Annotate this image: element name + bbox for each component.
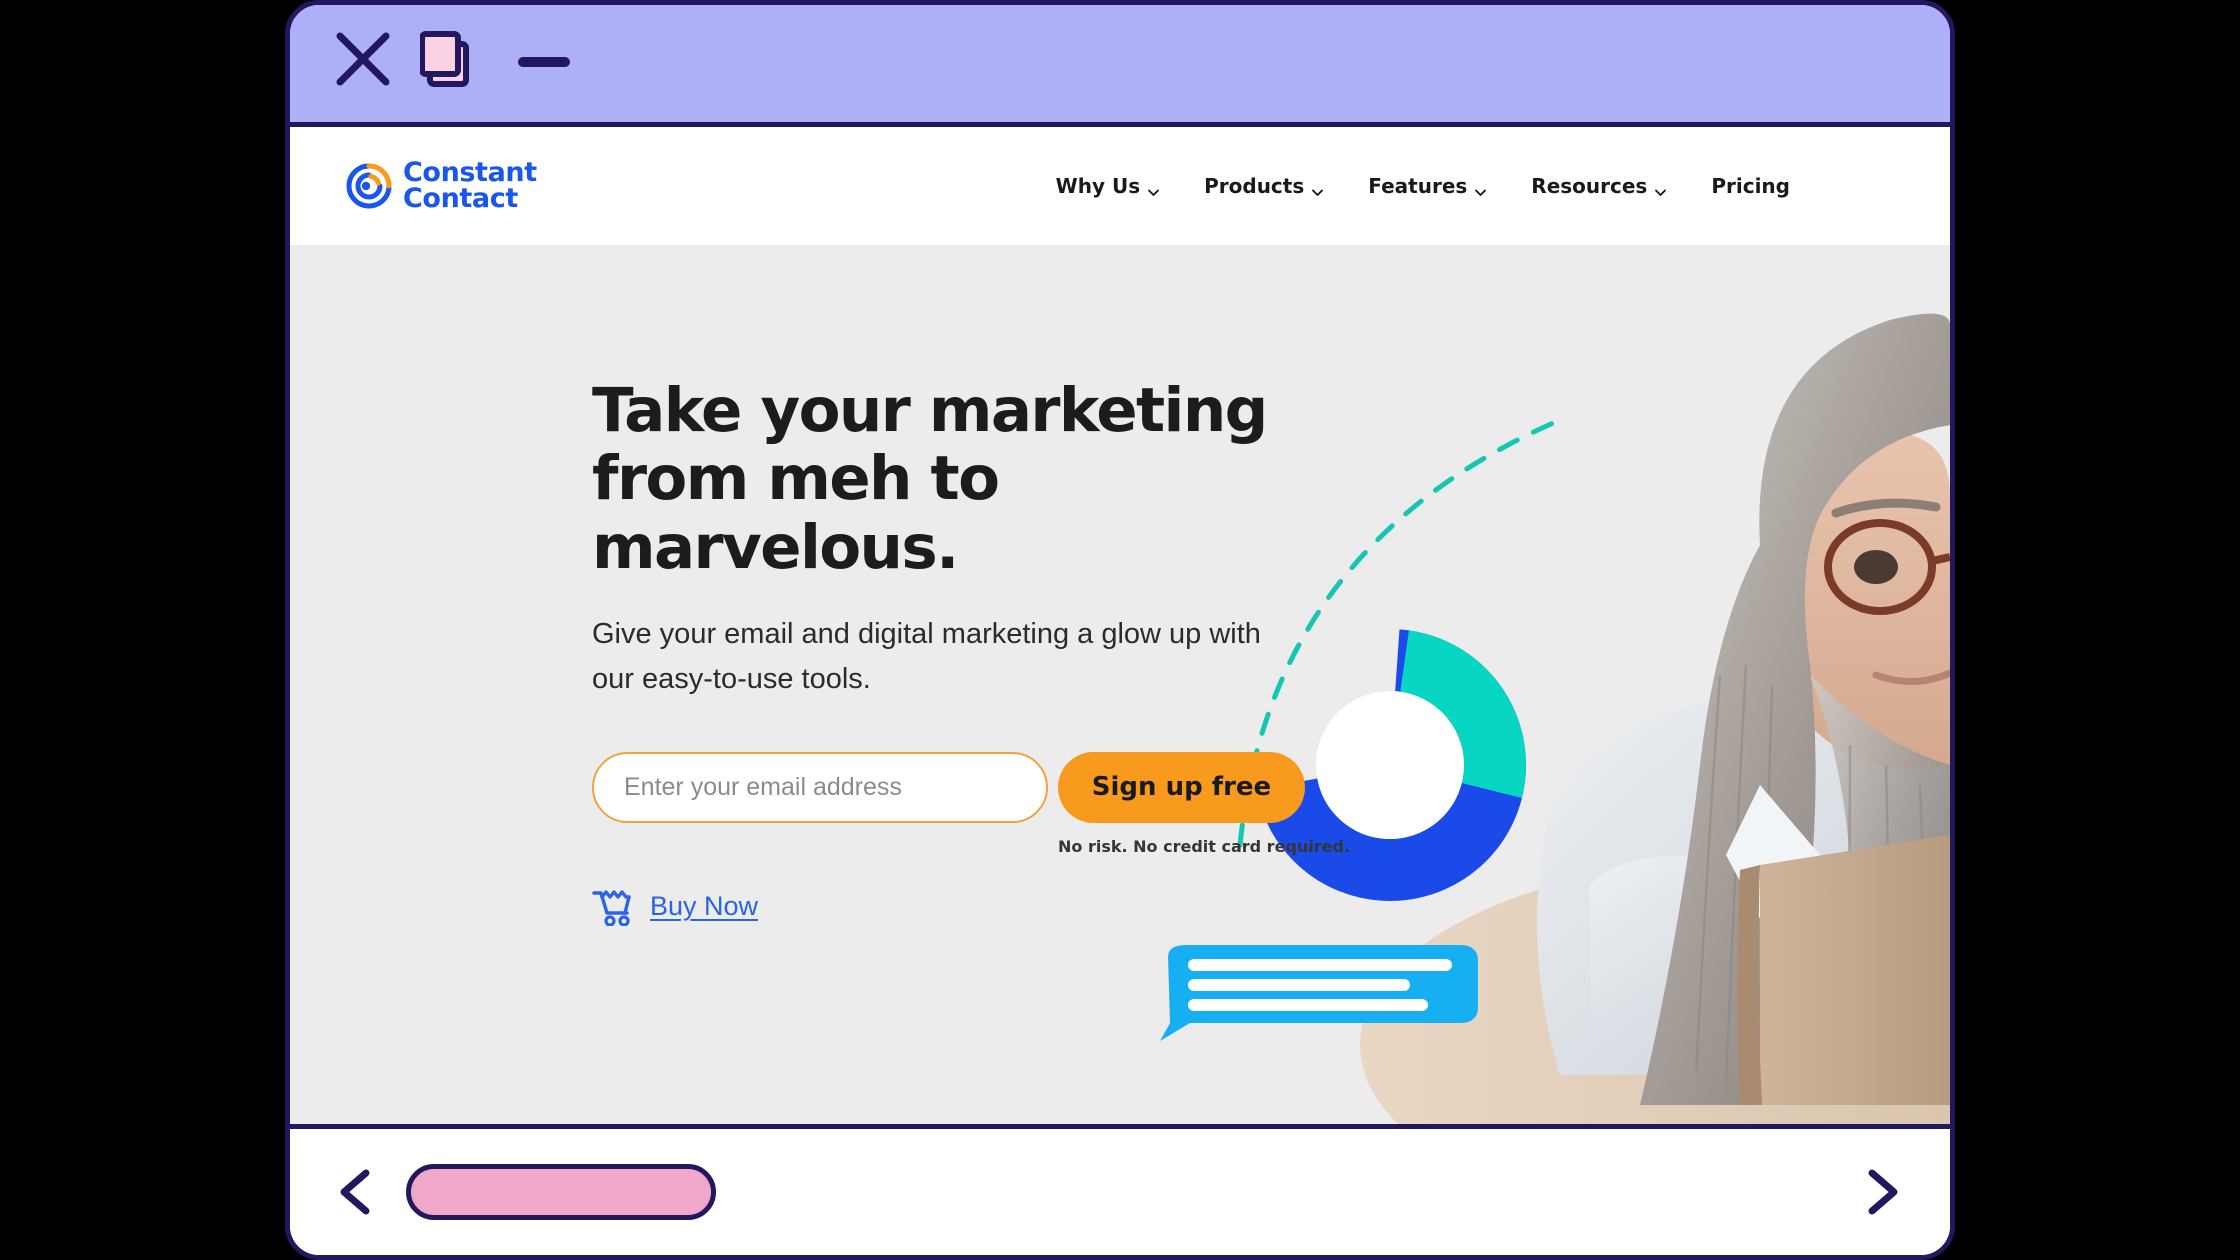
nav-label: Products	[1204, 174, 1305, 198]
page-viewport: Constant Contact Why Us Products Feature…	[290, 127, 1950, 1129]
shopping-cart-icon	[592, 888, 634, 927]
chevron-left-icon[interactable]	[328, 1163, 386, 1221]
minimize-icon[interactable]	[518, 57, 570, 67]
window-titlebar	[290, 5, 1950, 127]
hero-copy: Take your marketing from meh to marvelou…	[592, 375, 1412, 927]
chevron-down-icon	[1147, 180, 1160, 196]
signup-fineprint: No risk. No credit card required.	[1058, 836, 1351, 856]
browser-window: Constant Contact Why Us Products Feature…	[285, 0, 1955, 1260]
signup-form: Sign up free	[592, 751, 1412, 823]
logo-wordmark: Constant Contact	[403, 159, 537, 214]
buy-now-link[interactable]: Buy Now	[650, 891, 758, 922]
nav-item-pricing[interactable]: Pricing	[1711, 174, 1790, 198]
chevron-right-icon[interactable]	[1852, 1163, 1910, 1221]
restore-icon[interactable]	[419, 31, 474, 89]
email-input[interactable]	[592, 751, 1048, 823]
constant-contact-logo-icon	[346, 163, 392, 209]
chevron-down-icon	[1654, 180, 1667, 196]
hero-headline: Take your marketing from meh to marvelou…	[592, 375, 1268, 583]
nav-item-resources[interactable]: Resources	[1531, 174, 1667, 198]
nav-label: Why Us	[1055, 174, 1141, 198]
nav-item-why-us[interactable]: Why Us	[1056, 174, 1160, 198]
main-navigation: Why Us Products Features Resources Prici…	[1056, 174, 1790, 198]
signup-free-button[interactable]: Sign up free	[1058, 751, 1305, 823]
nav-label: Pricing	[1711, 174, 1790, 198]
address-bar-input[interactable]	[406, 1164, 716, 1220]
site-header: Constant Contact Why Us Products Feature…	[290, 127, 1950, 245]
nav-item-features[interactable]: Features	[1368, 174, 1487, 198]
buy-now-link-row[interactable]: Buy Now	[592, 888, 758, 927]
constant-contact-logo[interactable]: Constant Contact	[346, 159, 537, 214]
nav-label: Features	[1368, 174, 1468, 198]
logo-line-2: Contact	[403, 183, 518, 214]
chevron-down-icon	[1474, 180, 1487, 196]
hero-subheadline: Give your email and digital marketing a …	[592, 617, 1261, 695]
browser-bottom-bar	[290, 1129, 1950, 1255]
nav-item-products[interactable]: Products	[1204, 174, 1324, 198]
close-icon[interactable]	[335, 31, 391, 87]
chevron-down-icon	[1311, 180, 1324, 196]
nav-label: Resources	[1531, 174, 1648, 198]
hero-section: Take your marketing from meh to marvelou…	[290, 245, 1950, 1124]
